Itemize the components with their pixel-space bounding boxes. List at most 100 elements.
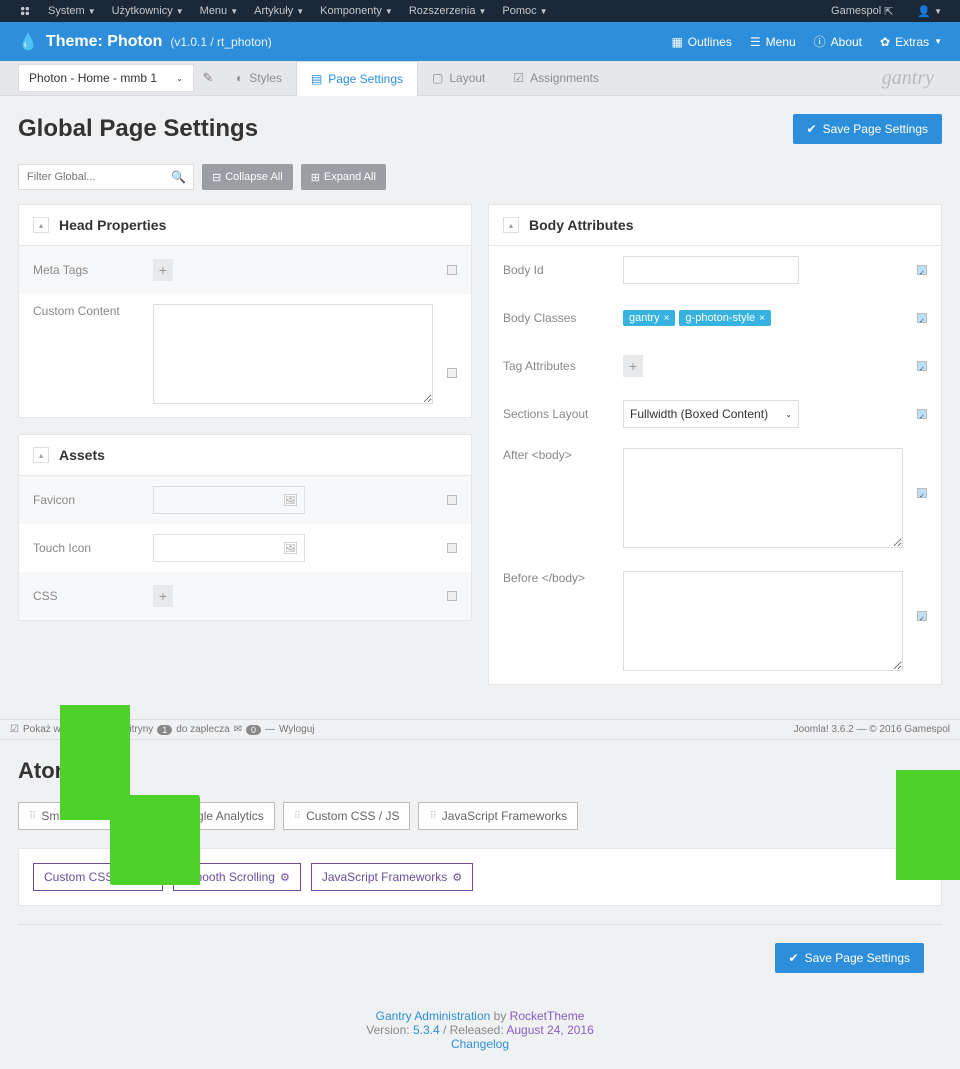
sections-layout-select[interactable]: Fullwidth (Boxed Content) ⌄ xyxy=(623,400,799,428)
messages-icon: ✉ xyxy=(234,724,242,735)
nav-articles[interactable]: Artykuły ▼ xyxy=(246,5,312,17)
atom-smooth-scrolling[interactable]: ⠿ Smooth Scrolling xyxy=(18,802,143,830)
joomla-logo-icon[interactable] xyxy=(10,4,40,18)
expand-icon: ⊞ xyxy=(311,171,320,184)
to-admin-label: do zaplecza xyxy=(176,724,229,735)
about-link[interactable]: ⓘ About xyxy=(814,33,862,50)
collapse-icon: ⊟ xyxy=(212,171,221,184)
active-atom-smooth[interactable]: Smooth Scrolling ⚙ xyxy=(173,863,301,891)
edit-outline-button[interactable]: ✎ xyxy=(194,61,222,95)
drag-icon: ⠿ xyxy=(29,811,36,822)
body-class-tag[interactable]: gantry × xyxy=(623,310,675,326)
tag-attributes-label: Tag Attributes xyxy=(503,359,623,373)
gear-icon[interactable]: ⚙ xyxy=(280,871,290,884)
show-site-link[interactable]: Pokaż witrynę xyxy=(23,724,85,735)
override-checkbox[interactable]: ✓ xyxy=(919,865,929,875)
override-checkbox[interactable]: ✓ xyxy=(917,265,927,275)
gantry-admin-link[interactable]: Gantry Administration xyxy=(376,1009,491,1023)
nav-user-menu[interactable]: 👤 ▼ xyxy=(909,5,950,18)
override-checkbox[interactable] xyxy=(447,543,457,553)
override-checkbox[interactable]: ✓ xyxy=(917,313,927,323)
expand-all-button[interactable]: ⊞ Expand All xyxy=(301,164,386,190)
nav-menu[interactable]: Menu ▼ xyxy=(192,5,246,17)
changelog-link[interactable]: Changelog xyxy=(451,1037,509,1051)
tab-styles[interactable]: ◐ Styles xyxy=(222,61,296,95)
body-class-tag[interactable]: g-photon-style × xyxy=(679,310,771,326)
extras-link[interactable]: ✿ Extras ▼ xyxy=(880,33,942,50)
admins-badge[interactable]: 1 xyxy=(157,725,172,735)
nav-components[interactable]: Komponenty ▼ xyxy=(312,5,401,17)
override-checkbox[interactable] xyxy=(447,495,457,505)
override-checkbox[interactable]: ✓ xyxy=(917,361,927,371)
save-button-top[interactable]: ✔ Save Page Settings xyxy=(793,114,942,144)
override-checkbox[interactable]: ✓ xyxy=(917,611,927,621)
collapse-all-button[interactable]: ⊟ Collapse All xyxy=(202,164,293,190)
favicon-input[interactable]: 🖼 xyxy=(153,486,305,514)
gear-icon: ✿ xyxy=(880,35,890,49)
outline-selector[interactable]: Photon - Home - mmb 1 ⌄ xyxy=(18,64,194,92)
override-checkbox[interactable]: ✓ xyxy=(917,488,927,498)
body-id-input[interactable] xyxy=(623,256,799,284)
filter-input[interactable] xyxy=(18,164,194,190)
check-icon: ✔ xyxy=(807,122,817,136)
logout-link[interactable]: Wyloguj xyxy=(279,724,314,735)
nav-help[interactable]: Pomoc ▼ xyxy=(494,5,555,17)
atom-custom-css-js[interactable]: ⠿ Custom CSS / JS xyxy=(283,802,411,830)
before-body-label: Before </body> xyxy=(503,571,623,585)
after-body-textarea[interactable] xyxy=(623,448,903,548)
add-meta-button[interactable]: + xyxy=(153,259,173,281)
collapse-toggle[interactable]: ▴ xyxy=(33,217,49,233)
check-icon: ✔ xyxy=(789,951,799,965)
footer-credits: Gantry Administration by RocketTheme Ver… xyxy=(0,991,960,1069)
active-atom-jsfw[interactable]: JavaScript Frameworks ⚙ xyxy=(311,863,473,891)
gear-icon[interactable]: ⚙ xyxy=(452,871,462,884)
custom-content-textarea[interactable] xyxy=(153,304,433,404)
tab-layout[interactable]: ▢ Layout xyxy=(418,61,499,95)
override-checkbox[interactable]: ✓ xyxy=(917,409,927,419)
favicon-label: Favicon xyxy=(33,493,153,507)
collapse-toggle[interactable]: ▴ xyxy=(33,447,49,463)
menu-link[interactable]: ☰ Menu xyxy=(750,33,796,50)
nav-system[interactable]: System ▼ xyxy=(40,5,104,17)
menu-icon: ☰ xyxy=(750,35,761,49)
before-body-textarea[interactable] xyxy=(623,571,903,671)
override-checkbox[interactable] xyxy=(447,591,457,601)
remove-tag-icon[interactable]: × xyxy=(759,313,765,324)
add-tag-attr-button[interactable]: + xyxy=(623,355,643,377)
rockettheme-link[interactable]: RocketTheme xyxy=(510,1009,585,1023)
override-checkbox[interactable] xyxy=(447,368,457,378)
gear-icon[interactable]: ⚙ xyxy=(142,871,152,884)
body-attributes-card: ▴ Body Attributes Body Id ✓ Body Classes… xyxy=(488,204,942,685)
chevron-down-icon: ⌄ xyxy=(176,74,183,83)
touch-icon-label: Touch Icon xyxy=(33,541,153,555)
save-button-bottom[interactable]: ✔ Save Page Settings xyxy=(775,943,924,973)
meta-tags-label: Meta Tags xyxy=(33,263,153,277)
theme-version: (v1.0.1 / rt_photon) xyxy=(170,35,271,49)
nav-users[interactable]: Użytkownicy ▼ xyxy=(104,5,192,17)
messages-badge[interactable]: 0 xyxy=(246,725,261,735)
visitors-badge[interactable]: 0 xyxy=(89,725,104,735)
collapse-toggle[interactable]: ▴ xyxy=(503,217,519,233)
nav-site-link[interactable]: Gamespol ⇱ xyxy=(823,5,901,18)
atom-js-frameworks[interactable]: ⠿ JavaScript Frameworks xyxy=(418,802,578,830)
body-classes-label: Body Classes xyxy=(503,311,623,325)
tab-assignments[interactable]: ☑ Assignments xyxy=(499,61,612,95)
nav-extensions[interactable]: Rozszerzenia ▼ xyxy=(401,5,495,17)
tab-page-settings[interactable]: ▤ Page Settings xyxy=(296,61,418,96)
touch-icon-input[interactable]: 🖼 xyxy=(153,534,305,562)
version-link[interactable]: 5.3.4 xyxy=(413,1023,440,1037)
atom-dropzone[interactable]: Custom CSS / JS ⚙ Smooth Scrolling ⚙ Jav… xyxy=(18,848,942,906)
outlines-link[interactable]: ▦ Outlines xyxy=(671,33,731,50)
after-body-label: After <body> xyxy=(503,448,623,462)
card-title: Assets xyxy=(59,447,105,463)
atom-google-analytics[interactable]: ⠿ Google Analytics xyxy=(151,802,275,830)
page-icon: ▤ xyxy=(311,72,322,86)
search-icon[interactable]: 🔍 xyxy=(171,170,186,184)
override-checkbox[interactable] xyxy=(447,265,457,275)
active-atom-custom[interactable]: Custom CSS / JS ⚙ xyxy=(33,863,163,891)
remove-tag-icon[interactable]: × xyxy=(664,313,670,324)
drag-icon: ⠿ xyxy=(429,811,436,822)
head-properties-card: ▴ Head Properties Meta Tags + Custom Con… xyxy=(18,204,472,418)
add-css-button[interactable]: + xyxy=(153,585,173,607)
assets-card: ▴ Assets Favicon 🖼 Touch Icon 🖼 xyxy=(18,434,472,621)
